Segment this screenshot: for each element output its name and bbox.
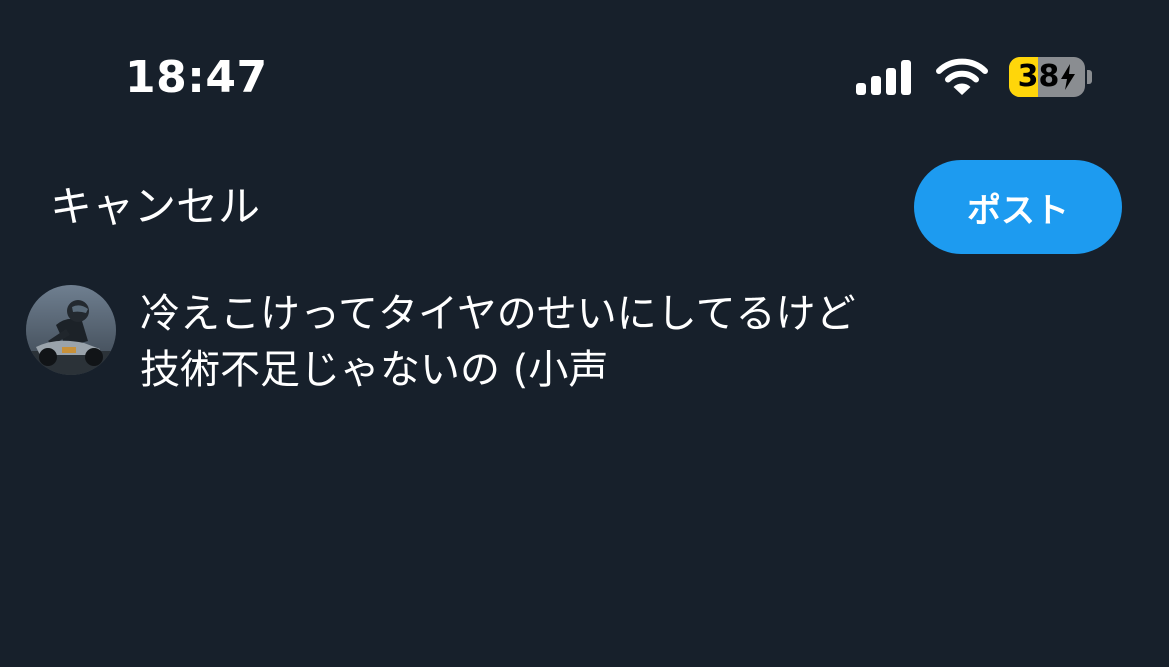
battery-percent: 38 (1017, 59, 1060, 94)
status-icons: 38 (854, 56, 1092, 98)
signal-icon (856, 60, 911, 95)
post-text-line: 冷えこけってタイヤのせいにしてるけど (140, 291, 856, 337)
charging-bolt-icon (1061, 64, 1076, 90)
battery-body: 38 (1009, 57, 1085, 97)
post-button[interactable]: ポスト (914, 160, 1122, 254)
status-time: 18:47 (125, 52, 268, 103)
wifi-icon (936, 58, 988, 95)
avatar-image (26, 285, 116, 375)
battery-indicator: 38 (1009, 57, 1092, 97)
post-text-line: 技術不足じゃないの (小声 (140, 347, 609, 393)
post-button-label: ポスト (967, 190, 1069, 231)
compose-screen: 18:47 38 キャンセル ポスト 冷えこけってタイヤのせいにしてるけど 技術… (0, 0, 1169, 667)
post-text-input[interactable]: 冷えこけってタイヤのせいにしてるけど 技術不足じゃないの (小声 (140, 286, 1100, 398)
cancel-button[interactable]: キャンセル (50, 178, 260, 236)
battery-cap (1087, 70, 1092, 84)
avatar[interactable] (26, 285, 116, 375)
